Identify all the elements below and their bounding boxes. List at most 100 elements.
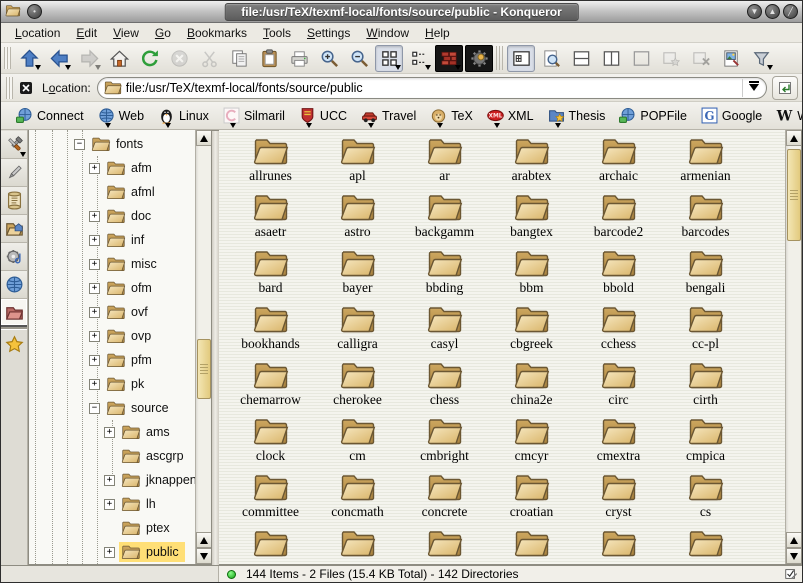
bookmark-web[interactable]: Web — [91, 104, 151, 128]
folder-bbold[interactable]: bbold — [575, 248, 662, 304]
forward-button[interactable] — [75, 45, 103, 72]
print-button[interactable] — [285, 45, 313, 72]
folder-china2e[interactable]: china2e — [488, 360, 575, 416]
tree-item-ascgrp[interactable]: +ascgrp — [29, 444, 195, 468]
folder-bangtex[interactable]: bangtex — [488, 192, 575, 248]
tree-item-ofm[interactable]: +ofm — [29, 276, 195, 300]
bookmark-wikipedia[interactable]: WWikipedia — [769, 104, 803, 128]
bookmark-google[interactable]: GGoogle — [694, 104, 769, 128]
folder-casyl[interactable]: casyl — [401, 304, 488, 360]
bookmark-xml[interactable]: XMLXML — [480, 104, 541, 128]
menu-help[interactable]: Help — [417, 24, 458, 42]
maximize-button[interactable]: ▲ — [765, 4, 780, 19]
tree-expander[interactable]: + — [104, 547, 115, 558]
tree-expander[interactable]: − — [74, 139, 85, 150]
folder-concmath[interactable]: concmath — [314, 472, 401, 528]
zoom-in-button[interactable] — [315, 45, 343, 72]
sidebar-tab-root-folder[interactable] — [1, 299, 27, 327]
bookmark-silmaril[interactable]: Silmaril — [216, 104, 292, 128]
split-view-left-right-button[interactable] — [597, 45, 625, 72]
tree-scroll-up-button[interactable] — [196, 130, 212, 146]
tree-expander[interactable]: + — [89, 211, 100, 222]
clear-location-button[interactable] — [18, 78, 38, 98]
sidebar-tab-configure[interactable] — [1, 131, 27, 159]
folder-arabtex[interactable]: arabtex — [488, 136, 575, 192]
bricks-view-button[interactable] — [435, 45, 463, 72]
tree-item-jknappen[interactable]: +jknappen — [29, 468, 195, 492]
bookmark-thesis[interactable]: Thesis — [541, 104, 613, 128]
remove-active-view-button[interactable] — [627, 45, 655, 72]
up-button[interactable] — [15, 45, 43, 72]
tree-item-public[interactable]: +public — [29, 540, 195, 564]
folder-cmbright[interactable]: cmbright — [401, 416, 488, 472]
folder-cirth[interactable]: cirth — [662, 360, 749, 416]
tree-item-doc[interactable]: +doc — [29, 204, 195, 228]
folder-archaic[interactable]: archaic — [575, 136, 662, 192]
tree-item-ptex[interactable]: +ptex — [29, 516, 195, 540]
folder-bbm[interactable]: bbm — [488, 248, 575, 304]
sidebar-tab-history[interactable] — [1, 187, 27, 215]
tree-item-pfm[interactable]: +pfm — [29, 348, 195, 372]
tree-item-fonts[interactable]: −fonts — [29, 132, 195, 156]
bookmark-popfile[interactable]: POPFile — [612, 104, 694, 128]
menu-location[interactable]: Location — [7, 24, 68, 42]
folder-allrunes[interactable]: allrunes — [227, 136, 314, 192]
folder-cmcyr[interactable]: cmcyr — [488, 416, 575, 472]
sidebar-tab-network[interactable] — [1, 271, 27, 299]
tree-expander[interactable]: + — [104, 427, 115, 438]
close-tab-button[interactable] — [687, 45, 715, 72]
bookmark-travel[interactable]: Travel — [354, 104, 423, 128]
go-button[interactable] — [772, 76, 798, 100]
tree-expander[interactable]: + — [89, 283, 100, 294]
tree-expander[interactable]: − — [89, 403, 100, 414]
tree-item-ovf[interactable]: +ovf — [29, 300, 195, 324]
tree-item-misc[interactable]: +misc — [29, 252, 195, 276]
bookmark-tex[interactable]: TeX — [423, 104, 480, 128]
folder-cs[interactable]: cs — [662, 472, 749, 528]
list-view-button[interactable] — [405, 45, 433, 72]
tree-expander[interactable]: + — [104, 475, 115, 486]
home-button[interactable] — [105, 45, 133, 72]
view-scroll-up-button[interactable] — [786, 130, 802, 146]
back-button[interactable] — [45, 45, 73, 72]
reload-button[interactable] — [135, 45, 163, 72]
tree-expander[interactable]: + — [89, 163, 100, 174]
filter-button[interactable] — [747, 45, 775, 72]
folder-cc-pl[interactable]: cc-pl — [662, 304, 749, 360]
paste-button[interactable] — [255, 45, 283, 72]
folder-barcodes[interactable]: barcodes — [662, 192, 749, 248]
folder-bbding[interactable]: bbding — [401, 248, 488, 304]
menu-edit[interactable]: Edit — [68, 24, 105, 42]
menu-bookmarks[interactable]: Bookmarks — [179, 24, 255, 42]
folder-chemarrow[interactable]: chemarrow — [227, 360, 314, 416]
menu-go[interactable]: Go — [147, 24, 179, 42]
tree-expander[interactable]: + — [89, 307, 100, 318]
location-combobox[interactable] — [97, 77, 767, 99]
tree-expander[interactable]: + — [104, 499, 115, 510]
folder-committee[interactable]: committee — [227, 472, 314, 528]
tree-scroll-up2-button[interactable] — [196, 532, 212, 548]
folder-cm[interactable]: cm — [314, 416, 401, 472]
tree-expander[interactable]: + — [89, 259, 100, 270]
folder-partial[interactable] — [314, 528, 401, 565]
sidebar-tab-home-folder[interactable] — [1, 215, 27, 243]
tree-scrollbar[interactable] — [195, 130, 211, 564]
view-scrollbar[interactable] — [785, 130, 801, 564]
folder-cmextra[interactable]: cmextra — [575, 416, 662, 472]
folder-bengali[interactable]: bengali — [662, 248, 749, 304]
titlebar[interactable]: • file:/usr/TeX/texmf-local/fonts/source… — [1, 1, 802, 23]
folder-concrete[interactable]: concrete — [401, 472, 488, 528]
icon-view-button[interactable] — [375, 45, 403, 72]
folder-cchess[interactable]: cchess — [575, 304, 662, 360]
folder-bookhands[interactable]: bookhands — [227, 304, 314, 360]
folder-astro[interactable]: astro — [314, 192, 401, 248]
tree-item-inf[interactable]: +inf — [29, 228, 195, 252]
tree-item-ams[interactable]: +ams — [29, 420, 195, 444]
minimize-button[interactable]: ▼ — [747, 4, 762, 19]
tree-scroll-down-button[interactable] — [196, 548, 212, 564]
split-view-top-bottom-button[interactable] — [567, 45, 595, 72]
view-scroll-up2-button[interactable] — [786, 532, 802, 548]
new-tab-button[interactable] — [657, 45, 685, 72]
folder-partial[interactable] — [575, 528, 662, 565]
location-dropdown-button[interactable] — [742, 79, 764, 97]
